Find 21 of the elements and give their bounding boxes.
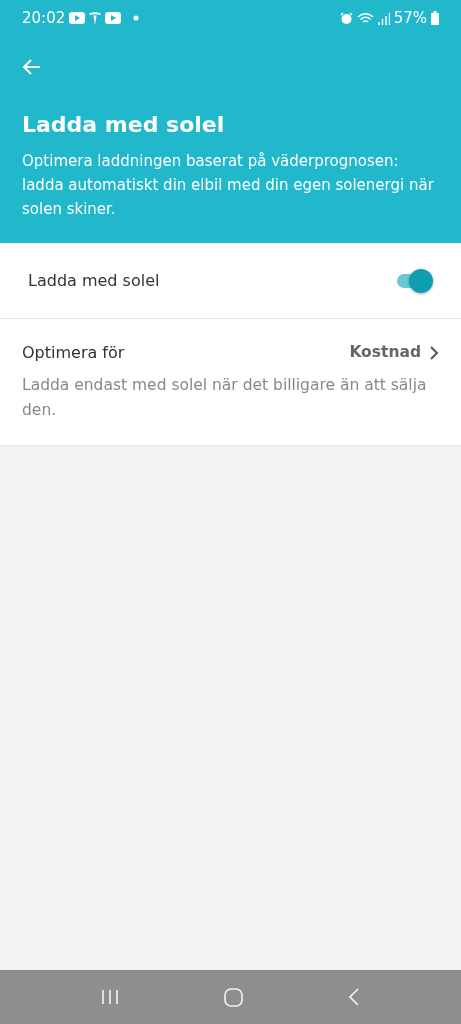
- setting-description: Ladda endast med solel när det billigare än att sälja den.: [22, 375, 428, 421]
- home-icon[interactable]: [224, 987, 243, 1007]
- t-logo-icon: [89, 11, 102, 25]
- setting-label: Ladda med solel: [28, 269, 160, 292]
- play-icon: [105, 12, 122, 24]
- status-time: 20:02: [22, 7, 66, 29]
- battery-percent: 57%: [393, 7, 427, 29]
- dot-icon: [133, 15, 140, 21]
- play-icon: [69, 12, 86, 24]
- back-icon[interactable]: [348, 988, 361, 1006]
- page-description: Optimera laddningen baserat på väderprognosen: ladda automatiskt din elbil med din egen solenergi när solen skiner.: [22, 151, 435, 220]
- battery-icon: [431, 11, 439, 25]
- wifi-icon: [356, 11, 374, 25]
- value-selector[interactable]: Kostnad: [349, 341, 439, 365]
- alarm-icon: [339, 11, 353, 25]
- chevron-right-icon: [429, 345, 439, 361]
- setting-label: Optimera för: [22, 342, 125, 364]
- recent-apps-icon[interactable]: [100, 989, 119, 1005]
- signal-icon: [377, 11, 390, 25]
- page-title: Ladda med solel: [22, 111, 226, 139]
- toggle-switch[interactable]: [395, 268, 433, 293]
